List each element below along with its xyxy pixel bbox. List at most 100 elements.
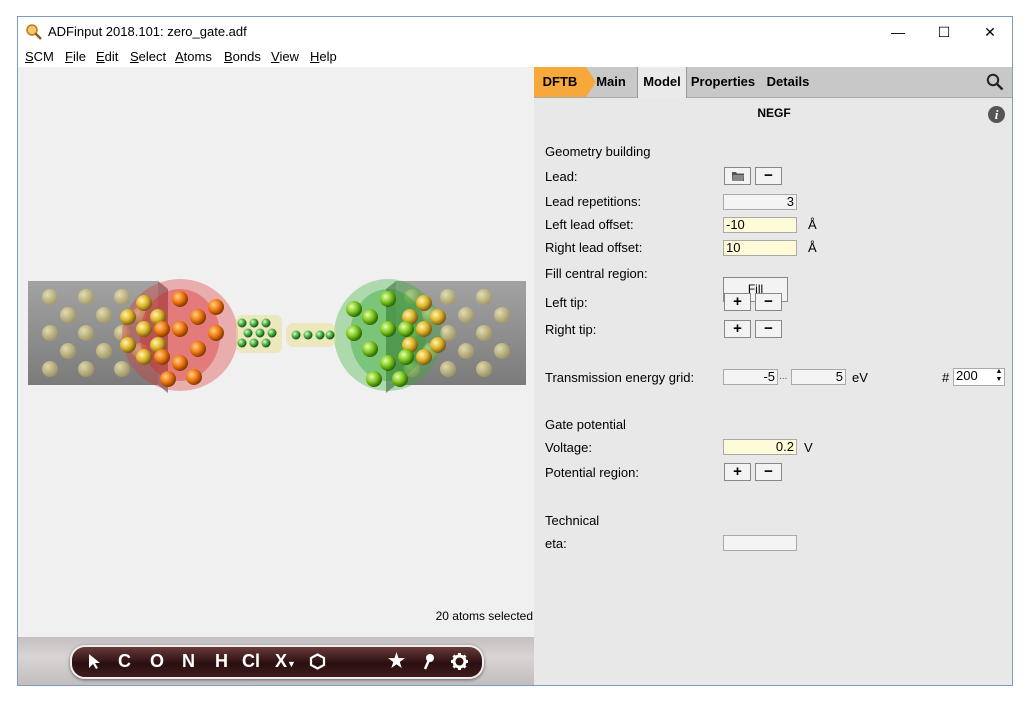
green-atom [380, 355, 396, 371]
carbon-atom [267, 328, 277, 338]
lead-atom [60, 307, 76, 323]
gear-icon[interactable] [450, 652, 469, 671]
carbon-atom [315, 330, 325, 340]
oxygen-button[interactable]: O [150, 651, 164, 672]
menu-bonds[interactable]: Bonds [224, 49, 261, 64]
star-icon[interactable]: ★ [388, 650, 405, 673]
voltage-label: Voltage: [545, 440, 592, 455]
window-title: ADFinput 2018.101: zero_gate.adf [48, 24, 247, 39]
select-arrow-icon[interactable] [88, 653, 102, 670]
orange-atom [172, 291, 188, 307]
menu-file[interactable]: File [65, 49, 86, 64]
lead-repetitions-field[interactable]: 3 [723, 194, 797, 210]
carbon-button[interactable]: C [118, 651, 131, 672]
potential-region-add-button[interactable]: + [724, 463, 751, 481]
left-lead-offset-field[interactable]: -10 [723, 217, 797, 233]
section-title: NEGF [757, 106, 791, 120]
gold-atom [416, 295, 432, 311]
gold-atom [136, 321, 152, 337]
carbon-atom [261, 338, 271, 348]
gold-atom [430, 337, 446, 353]
orange-atom [154, 349, 170, 365]
lead-label: Lead: [545, 169, 578, 184]
left-tip-remove-button[interactable]: − [755, 293, 782, 311]
voltage-unit: V [804, 440, 813, 455]
voltage-field[interactable]: 0.2 [723, 439, 797, 455]
tab-dftb[interactable]: DFTB [534, 67, 586, 97]
transmission-grid-label: Transmission energy grid: [545, 370, 695, 385]
transmission-max-field[interactable]: 5 [791, 369, 846, 385]
lead-atom [42, 361, 58, 377]
fill-central-label: Fill central region: [545, 266, 648, 281]
right-tip-remove-button[interactable]: − [755, 320, 782, 338]
molecule-scene [28, 279, 526, 393]
orange-atom [208, 325, 224, 341]
maximize-button[interactable]: ☐ [921, 17, 967, 47]
tab-properties[interactable]: Properties [686, 67, 760, 97]
element-picker-button[interactable]: X▼ [275, 651, 296, 672]
tab-main[interactable]: Main [586, 67, 636, 97]
gold-atom [416, 321, 432, 337]
menu-select[interactable]: Select [130, 49, 166, 64]
gold-atom [120, 309, 136, 325]
info-icon[interactable]: i [988, 106, 1005, 123]
tab-model[interactable]: Model [637, 67, 687, 98]
green-atom [366, 371, 382, 387]
folder-icon [731, 172, 744, 181]
lead-atom [458, 343, 474, 359]
nitrogen-button[interactable]: N [182, 651, 195, 672]
menu-scm[interactable]: SCM [25, 49, 54, 64]
molecule-viewport[interactable]: 20 atoms selected [18, 67, 534, 637]
left-tip-add-button[interactable]: + [724, 293, 751, 311]
tab-details[interactable]: Details [763, 67, 813, 97]
left-tip-label: Left tip: [545, 295, 588, 310]
green-atom [362, 341, 378, 357]
hydrogen-button[interactable]: H [215, 651, 228, 672]
right-tip-add-button[interactable]: + [724, 320, 751, 338]
carbon-atom [261, 318, 271, 328]
hexagon-ring-icon[interactable] [309, 653, 326, 670]
lead-atom [60, 343, 76, 359]
app-window: ADFinput 2018.101: zero_gate.adf — ☐ ✕ S… [17, 16, 1013, 686]
menu-atoms[interactable]: Atoms [175, 49, 212, 64]
green-atom [398, 321, 414, 337]
eta-label: eta: [545, 536, 567, 551]
right-lead-offset-unit: Å [808, 240, 817, 255]
atom-selection-status: 20 atoms selected [435, 609, 533, 623]
search-wand-icon[interactable] [422, 653, 436, 671]
transmission-unit: eV [852, 370, 868, 385]
orange-atom [190, 341, 206, 357]
lead-open-button[interactable] [724, 167, 751, 185]
transmission-min-field[interactable]: -5 [723, 369, 778, 385]
orange-atom [172, 355, 188, 371]
menu-help[interactable]: Help [310, 49, 337, 64]
green-atom [346, 325, 362, 341]
carbon-atom [291, 330, 301, 340]
left-lead-offset-unit: Å [808, 217, 817, 232]
molecule-structure [28, 279, 526, 393]
orange-atom [172, 321, 188, 337]
menu-edit[interactable]: Edit [96, 49, 118, 64]
green-atom [380, 321, 396, 337]
title-bar: ADFinput 2018.101: zero_gate.adf — ☐ ✕ [18, 17, 1012, 47]
carbon-atom [255, 328, 265, 338]
technical-heading: Technical [545, 513, 600, 528]
gold-atom [136, 349, 152, 365]
menu-view[interactable]: View [271, 49, 299, 64]
lead-atom [78, 361, 94, 377]
potential-region-remove-button[interactable]: − [755, 463, 782, 481]
search-icon[interactable] [986, 73, 1004, 91]
lead-atom [476, 325, 492, 341]
eta-field[interactable] [723, 535, 797, 551]
chlorine-button[interactable]: Cl [242, 651, 260, 672]
spin-arrows-icon[interactable]: ▲ ▼ [994, 368, 1004, 386]
close-button[interactable]: ✕ [967, 17, 1012, 47]
atom-toolbar: C O N H Cl X▼ ★ [70, 645, 484, 679]
geometry-heading: Geometry building [545, 144, 651, 159]
right-lead-offset-field[interactable]: 10 [723, 240, 797, 256]
lead-atom [42, 325, 58, 341]
lead-remove-button[interactable]: − [755, 167, 782, 185]
minimize-button[interactable]: — [875, 17, 921, 47]
lead-atom [494, 307, 510, 323]
lead-atom [494, 343, 510, 359]
